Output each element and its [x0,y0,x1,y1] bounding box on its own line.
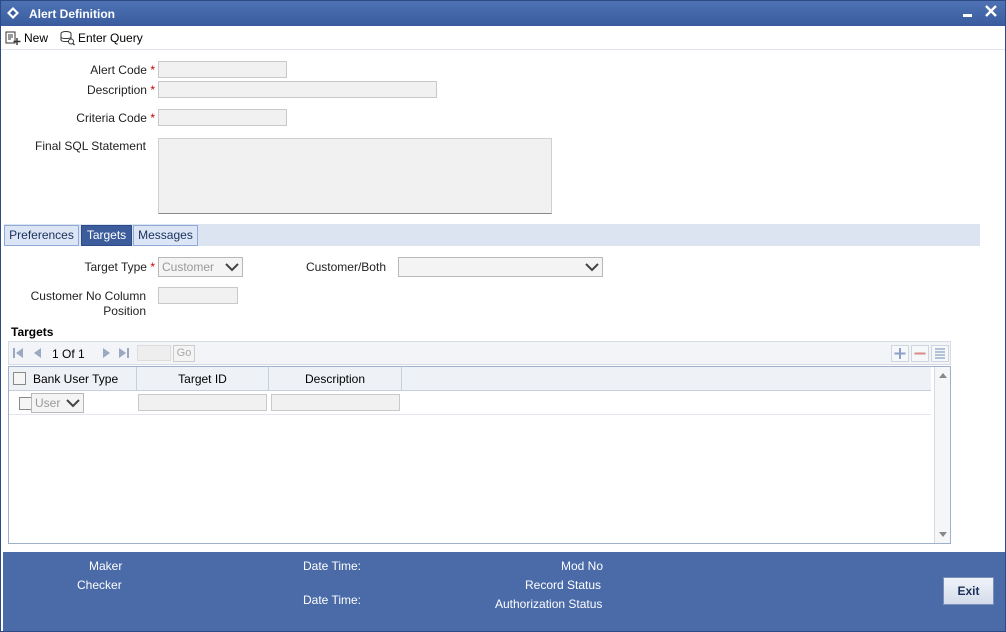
record-status-label: Record Status [525,578,602,592]
new-record-icon [5,31,21,45]
checker-date-time-label: Date Time: [303,593,362,607]
required-mark: * [150,63,155,77]
alert-definition-window: Alert Definition New Enter Query Alert C… [0,0,1006,632]
criteria-code-input[interactable] [158,109,287,126]
description-cell-input[interactable] [271,394,400,411]
customer-both-label: Customer/Both [305,260,386,274]
minus-icon [914,352,926,355]
criteria-code-label-text: Criteria Code [76,111,147,125]
customer-no-column-label: Customer No Column Position [11,289,146,318]
customer-both-select[interactable] [398,257,603,277]
list-view-icon [935,348,945,359]
criteria-code-label: Criteria Code * [41,111,155,125]
first-page-icon[interactable] [13,347,23,359]
diamond-logo-icon [7,7,19,19]
tab-messages[interactable]: Messages [133,225,198,246]
alert-code-label: Alert Code * [41,63,155,77]
exit-button[interactable]: Exit [943,577,994,605]
enter-query-button[interactable]: Enter Query [59,29,143,47]
minimize-icon[interactable] [961,4,975,20]
query-icon [60,31,75,46]
next-page-icon[interactable] [101,347,111,359]
single-view-button[interactable] [931,345,949,362]
targets-section-title: Targets [11,325,54,339]
column-header-description[interactable]: Description [269,367,402,391]
maker-date-time-label: Date Time: [303,559,362,573]
customer-no-column-label-line1: Customer No Column [30,289,146,303]
final-sql-textarea[interactable] [158,138,552,214]
enter-query-label: Enter Query [78,31,143,45]
targets-grid: Bank User Type Target ID Description Use… [8,366,951,544]
description-label-text: Description [86,83,147,97]
bank-user-type-value: User [35,396,61,410]
new-button[interactable]: New [5,29,48,47]
last-page-icon[interactable] [119,347,129,359]
add-row-button[interactable] [891,345,909,362]
chevron-down-icon [66,399,80,408]
title-bar: Alert Definition [1,1,1005,26]
scroll-up-icon[interactable] [936,371,950,381]
checker-label: Checker [77,578,122,592]
alert-code-input[interactable] [158,61,287,78]
required-mark: * [150,111,155,125]
toolbar: New Enter Query [1,26,1005,50]
alert-code-label-text: Alert Code [90,63,147,77]
table-row: User [9,391,931,415]
plus-icon [894,348,906,359]
select-all-checkbox[interactable] [13,372,26,385]
grid-vertical-scrollbar[interactable] [934,367,950,543]
description-label: Description * [41,83,155,97]
column-header-target-id[interactable]: Target ID [137,367,269,391]
authorization-status-label: Authorization Status [495,597,603,611]
customer-no-column-label-line2: Position [103,304,146,318]
bank-user-type-select[interactable]: User [31,393,84,413]
mod-no-label: Mod No [561,559,604,573]
tab-targets[interactable]: Targets [81,225,132,246]
customer-no-column-input[interactable] [158,287,238,304]
targets-pager: 1 Of 1 Go [8,341,951,365]
scroll-down-icon[interactable] [936,529,950,539]
chevron-down-icon [585,263,599,272]
delete-row-button[interactable] [911,345,929,362]
required-mark: * [150,83,155,97]
grid-header: Bank User Type Target ID Description [9,367,931,391]
final-sql-label: Final SQL Statement [35,139,146,153]
close-icon[interactable] [983,2,999,20]
target-id-input[interactable] [138,394,267,411]
maker-label: Maker [89,559,123,573]
target-type-label: Target Type * [41,260,156,274]
page-number-input[interactable] [137,345,171,361]
audit-footer: Maker Checker Date Time: Date Time: Mod … [3,552,1005,631]
chevron-down-icon [225,263,239,272]
target-type-label-text: Target Type [84,260,147,274]
description-input[interactable] [158,81,437,98]
column-header-bank-user-type[interactable]: Bank User Type [31,367,137,391]
go-button[interactable]: Go [173,345,195,362]
target-type-select[interactable]: Customer [158,257,243,277]
tab-preferences[interactable]: Preferences [4,225,79,246]
window-title: Alert Definition [29,7,115,21]
page-indicator: 1 Of 1 [52,347,85,361]
new-label: New [24,31,49,45]
target-type-value: Customer [162,260,215,274]
previous-page-icon[interactable] [33,347,43,359]
tab-strip: Preferences Targets Messages [4,224,980,246]
required-mark: * [150,260,155,274]
